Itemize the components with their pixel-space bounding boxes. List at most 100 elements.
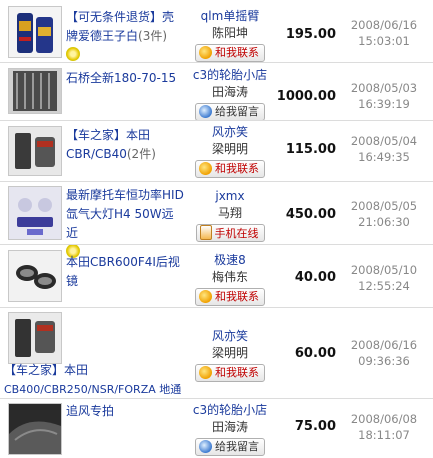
contact-button-label: 和我联系 (215, 46, 259, 59)
product-thumbnail[interactable] (8, 312, 62, 364)
leave-message-label: 给我留言 (215, 440, 259, 453)
contact-button[interactable]: 和我联系 (195, 288, 265, 306)
contact-button-label: 和我联系 (215, 162, 259, 175)
seller-name: 马翔 (217, 206, 242, 220)
shop-link[interactable]: 风亦笑 (190, 328, 270, 345)
speech-bubble-icon (199, 366, 212, 379)
leave-message-button[interactable]: 给我留言 (195, 103, 265, 121)
product-title-line2[interactable]: 镜 (66, 274, 78, 288)
time: 21:06:30 (358, 215, 410, 229)
product-title[interactable]: 【车之家】本田 CBR/CB40(2件) (66, 126, 184, 164)
mobile-online-label: 手机在线 (214, 227, 259, 240)
product-title-line2[interactable]: 氙气大灯H4 50W远近 (66, 207, 174, 240)
mobile-online-button[interactable]: 手机在线 (195, 224, 265, 242)
seller-info: jxmx 马翔 手机在线 (190, 188, 270, 242)
product-title[interactable]: 本田CBR600F4I后视 镜 (66, 253, 184, 291)
seller-name: 陈阳坤 (211, 26, 248, 40)
speech-bubble-icon (199, 46, 212, 59)
list-item: 追风专拍 c3的轮胎小店 田海涛 给我留言 75.00 2008/06/08 1… (0, 399, 433, 458)
product-thumbnail[interactable] (8, 68, 62, 114)
seller-name: 梅伟东 (211, 270, 248, 284)
date: 2008/06/08 (350, 412, 418, 426)
date-time: 2008/06/16 15:03:01 (336, 17, 432, 49)
time: 12:55:24 (358, 279, 410, 293)
date-time: 2008/05/10 12:55:24 (336, 262, 432, 294)
seller-info: 极速8 梅伟东 和我联系 (190, 252, 270, 306)
seller-info: 风亦笑 梁明明 和我联系 (190, 124, 270, 178)
date: 2008/06/16 (350, 18, 418, 32)
product-title-line1[interactable]: 最新摩托车恒功率HID (66, 188, 184, 202)
product-title-line1[interactable]: 石桥全新180-70-15 (66, 71, 176, 85)
time: 16:39:19 (358, 97, 410, 111)
speech-bubble-icon (199, 105, 212, 118)
price: 195.00 (285, 27, 336, 42)
list-item: 【车之家】本田 CBR/CB40(2件) 风亦笑 梁明明 和我联系 115.00… (0, 121, 433, 181)
product-title-line1[interactable]: 【车之家】本田 (4, 363, 88, 377)
product-title[interactable]: 【车之家】本田 CB400/CBR250/NSR/FORZA 地通 (4, 361, 194, 399)
price: 75.00 (294, 419, 336, 434)
shop-link[interactable]: qlm单摇臂 (190, 8, 270, 25)
contact-button[interactable]: 和我联系 (195, 364, 265, 382)
product-thumbnail[interactable] (8, 250, 62, 302)
date-time: 2008/05/03 16:39:19 (336, 80, 432, 112)
contact-button-label: 和我联系 (215, 290, 259, 303)
time: 09:36:36 (358, 354, 410, 368)
date-time: 2008/05/05 21:06:30 (336, 198, 432, 230)
date-time: 2008/06/08 18:11:07 (336, 411, 432, 443)
list-item: 本田CBR600F4I后视 镜 极速8 梅伟东 和我联系 40.00 2008/… (0, 245, 433, 307)
product-title-line1[interactable]: 【车之家】本田 (66, 128, 150, 142)
shop-link[interactable]: 极速8 (190, 252, 270, 269)
seller-name: 田海涛 (211, 420, 248, 434)
product-title-line1[interactable]: 本田CBR600F4I后视 (66, 255, 180, 269)
list-item: 最新摩托车恒功率HID 氙气大灯H4 50W远近 jxmx 马翔 手机在线 45… (0, 182, 433, 258)
date-time: 2008/06/16 09:36:36 (336, 337, 432, 369)
product-title[interactable]: 【可无条件退货】壳 牌爱德王子白(3件) (66, 8, 184, 65)
price: 450.00 (285, 207, 336, 222)
shop-link[interactable]: c3的轮胎小店 (190, 402, 270, 419)
shop-link[interactable]: 风亦笑 (190, 124, 270, 141)
product-title-line2[interactable]: 牌爱德王子白 (66, 29, 138, 43)
seller-info: qlm单摇臂 陈阳坤 和我联系 (190, 8, 270, 62)
contact-button[interactable]: 和我联系 (195, 44, 265, 62)
product-title-line1[interactable]: 【可无条件退货】壳 (66, 10, 174, 24)
flower-badge-icon (66, 47, 80, 61)
time: 16:49:35 (358, 150, 410, 164)
product-title-line1[interactable]: 追风专拍 (66, 404, 114, 418)
shop-link[interactable]: jxmx (190, 188, 270, 205)
item-count: (3件) (138, 29, 168, 43)
time: 15:03:01 (358, 34, 410, 48)
shop-link[interactable]: c3的轮胎小店 (190, 67, 270, 84)
product-thumbnail[interactable] (8, 186, 62, 240)
product-title-line2[interactable]: CBR/CB40 (66, 147, 127, 161)
seller-name: 田海涛 (211, 85, 248, 99)
date: 2008/05/10 (350, 263, 418, 277)
speech-bubble-icon (199, 162, 212, 175)
seller-name: 梁明明 (211, 142, 248, 156)
seller-info: c3的轮胎小店 田海涛 给我留言 (190, 402, 270, 456)
product-thumbnail[interactable] (8, 6, 62, 58)
leave-message-button[interactable]: 给我留言 (195, 438, 265, 456)
time: 18:11:07 (358, 428, 410, 442)
product-thumbnail[interactable] (8, 403, 62, 455)
product-title[interactable]: 石桥全新180-70-15 (66, 69, 184, 88)
date: 2008/05/04 (350, 134, 418, 148)
product-thumbnail[interactable] (8, 126, 62, 176)
item-count: (2件) (126, 147, 156, 161)
leave-message-label: 给我留言 (215, 105, 259, 118)
price: 115.00 (285, 142, 336, 157)
mobile-phone-icon (199, 225, 212, 240)
product-title-line2[interactable]: CB400/CBR250/NSR/FORZA 地通 (4, 383, 181, 396)
date: 2008/06/16 (350, 338, 418, 352)
contact-button-label: 和我联系 (215, 366, 259, 379)
price: 40.00 (294, 270, 336, 285)
date: 2008/05/03 (350, 81, 418, 95)
seller-info: 风亦笑 梁明明 和我联系 (190, 328, 270, 382)
list-item: 【可无条件退货】壳 牌爱德王子白(3件) qlm单摇臂 陈阳坤 和我联系 195… (0, 0, 433, 62)
seller-name: 梁明明 (211, 346, 248, 360)
list-item: 石桥全新180-70-15 c3的轮胎小店 田海涛 给我留言 1000.00 2… (0, 63, 433, 121)
date: 2008/05/05 (350, 199, 418, 213)
price: 1000.00 (276, 89, 336, 104)
speech-bubble-icon (199, 290, 212, 303)
product-title[interactable]: 追风专拍 (66, 402, 184, 421)
contact-button[interactable]: 和我联系 (195, 160, 265, 178)
